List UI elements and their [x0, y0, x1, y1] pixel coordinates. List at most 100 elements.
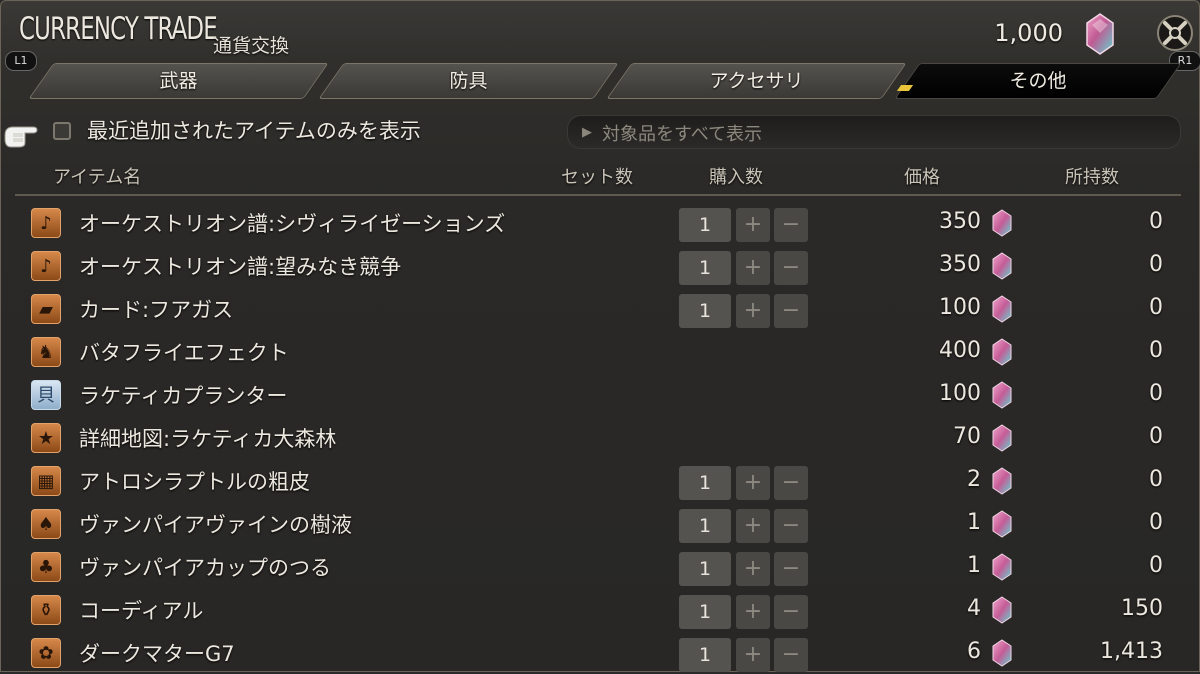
- item-row[interactable]: ★ 詳細地図:ラケティカ大森林 70 0: [21, 416, 1181, 459]
- item-owned-count: 0: [1149, 553, 1163, 578]
- emote-icon: ♞: [31, 337, 61, 367]
- column-header-owned: 所持数: [1065, 167, 1119, 188]
- tab-accessories-label: アクセサリ: [709, 70, 804, 92]
- item-owned-count: 0: [1149, 381, 1163, 406]
- quantity-plus-button[interactable]: +: [736, 466, 770, 500]
- item-price: 6: [967, 639, 981, 664]
- column-header-price: 価格: [904, 167, 940, 188]
- currency-trade-window: CURRENCY TRADE 通貨交換 1,000 L1 R1 武器 防具 アク…: [0, 0, 1200, 672]
- header-divider: [15, 194, 1181, 196]
- quantity-input[interactable]: 1: [679, 552, 731, 586]
- item-price: 4: [967, 596, 981, 621]
- currency-gem-icon: [991, 639, 1013, 667]
- item-row[interactable]: ♞ バタフライエフェクト 400 0: [21, 330, 1181, 373]
- quantity-minus-button[interactable]: −: [774, 251, 808, 285]
- item-name: オーケストリオン譜:シヴィライゼーションズ: [79, 212, 506, 236]
- item-row[interactable]: ♠ ヴァンパイアヴァインの樹液 1 + −1 0: [21, 502, 1181, 545]
- item-name: ヴァンパイアヴァインの樹液: [79, 513, 352, 537]
- currency-gem-icon: [991, 295, 1013, 323]
- currency-gem-icon: [991, 252, 1013, 280]
- filter-dropdown-value: 対象品をすべて表示: [602, 124, 763, 145]
- quantity-minus-button[interactable]: −: [774, 638, 808, 672]
- item-name: カード:フアガス: [79, 298, 234, 322]
- recent-only-label: 最近追加されたアイテムのみを表示: [87, 119, 421, 143]
- item-row[interactable]: ⚱ コーディアル 1 + − 4 150: [21, 588, 1181, 631]
- tab-armor-label: 防具: [449, 70, 488, 92]
- tab-other-label: その他: [1009, 70, 1067, 92]
- currency-gem-icon: [991, 467, 1013, 495]
- window-title: CURRENCY TRADE: [19, 11, 218, 47]
- quantity-plus-button[interactable]: +: [736, 251, 770, 285]
- card-icon: ▰: [31, 294, 61, 324]
- quantity-minus-button[interactable]: −: [774, 509, 808, 543]
- item-owned-count: 0: [1149, 510, 1163, 535]
- item-owned-count: 0: [1149, 252, 1163, 277]
- currency-gem-icon: [991, 424, 1013, 452]
- dropdown-arrow-icon: ▶: [582, 125, 592, 140]
- item-name: コーディアル: [79, 599, 204, 623]
- quantity-plus-button[interactable]: +: [736, 294, 770, 328]
- tab-weapons-label: 武器: [159, 70, 198, 92]
- quantity-input[interactable]: 1: [679, 294, 731, 328]
- item-row[interactable]: ▰ カード:フアガス 1 + − 100 0: [21, 287, 1181, 330]
- item-row[interactable]: ♪ オーケストリオン譜:シヴィライゼーションズ 1 + − 350 0: [21, 201, 1181, 244]
- item-price: 400: [939, 338, 981, 363]
- quantity-input[interactable]: 1: [679, 466, 731, 500]
- currency-gem-icon: [991, 510, 1013, 538]
- item-price: 100: [939, 295, 981, 320]
- quantity-minus-button[interactable]: −: [774, 294, 808, 328]
- item-owned-count: 0: [1149, 424, 1163, 449]
- quantity-plus-button[interactable]: +: [736, 208, 770, 242]
- quantity-input[interactable]: 1: [679, 638, 731, 672]
- item-row[interactable]: ✿ ダークマターG7 1 + − 6 1,413: [21, 631, 1181, 674]
- currency-gem-icon: [991, 596, 1013, 624]
- quantity-minus-button[interactable]: −: [774, 595, 808, 629]
- settings-gear-icon[interactable]: [1155, 13, 1195, 53]
- item-row[interactable]: 貝ラケティカプランター 100 0: [21, 373, 1181, 416]
- item-name: バタフライエフェクト: [79, 341, 289, 365]
- item-price: 100: [939, 381, 981, 406]
- window-subtitle: 通貨交換: [213, 35, 290, 57]
- item-name: ラケティカプランター: [79, 384, 288, 408]
- column-header-name: アイテム名: [53, 167, 142, 188]
- item-name: オーケストリオン譜:望みなき競争: [79, 255, 402, 279]
- item-owned-count: 150: [1121, 596, 1163, 621]
- pointer-hand-icon: [4, 126, 38, 148]
- quantity-minus-button[interactable]: −: [774, 466, 808, 500]
- quantity-plus-button[interactable]: +: [736, 638, 770, 672]
- item-row[interactable]: ♪ オーケストリオン譜:望みなき競争 1 + − 350 0: [21, 244, 1181, 287]
- item-owned-count: 0: [1149, 209, 1163, 234]
- item-owned-count: 0: [1149, 295, 1163, 320]
- quantity-input[interactable]: 1: [679, 509, 731, 543]
- recent-only-checkbox[interactable]: [53, 122, 71, 140]
- currency-gem-icon: [1086, 13, 1114, 55]
- filter-dropdown[interactable]: ▶ 対象品をすべて表示: [567, 115, 1181, 149]
- quantity-minus-button[interactable]: −: [774, 552, 808, 586]
- potion-icon: ⚱: [31, 595, 61, 625]
- column-header-purchase-count: 購入数: [709, 167, 763, 188]
- currency-gem-icon: [991, 209, 1013, 237]
- item-owned-count: 0: [1149, 338, 1163, 363]
- item-name: ヴァンパイアカップのつる: [79, 556, 331, 580]
- currency-gem-icon: [991, 381, 1013, 409]
- music-note-icon: ♪: [31, 251, 61, 281]
- quantity-minus-button[interactable]: −: [774, 208, 808, 242]
- quantity-input[interactable]: 1: [679, 251, 731, 285]
- leather-icon: ▦: [31, 466, 61, 496]
- currency-gem-icon: [991, 553, 1013, 581]
- vine-icon: ♣: [31, 552, 61, 582]
- item-row[interactable]: ▦ アトロシラプトルの粗皮 1 + − 2 0: [21, 459, 1181, 502]
- item-row[interactable]: ♣ ヴァンパイアカップのつる 1 + −1 0: [21, 545, 1181, 588]
- quantity-plus-button[interactable]: +: [736, 552, 770, 586]
- music-note-icon: ♪: [31, 208, 61, 238]
- item-name: ダークマターG7: [79, 642, 235, 666]
- star-map-icon: ★: [31, 423, 61, 453]
- item-price: 1: [967, 510, 981, 535]
- item-price: 1: [967, 553, 981, 578]
- quantity-plus-button[interactable]: +: [736, 509, 770, 543]
- quantity-input[interactable]: 1: [679, 595, 731, 629]
- quantity-plus-button[interactable]: +: [736, 595, 770, 629]
- item-name: アトロシラプトルの粗皮: [79, 470, 310, 494]
- item-name: 詳細地図:ラケティカ大森林: [79, 427, 337, 451]
- quantity-input[interactable]: 1: [679, 208, 731, 242]
